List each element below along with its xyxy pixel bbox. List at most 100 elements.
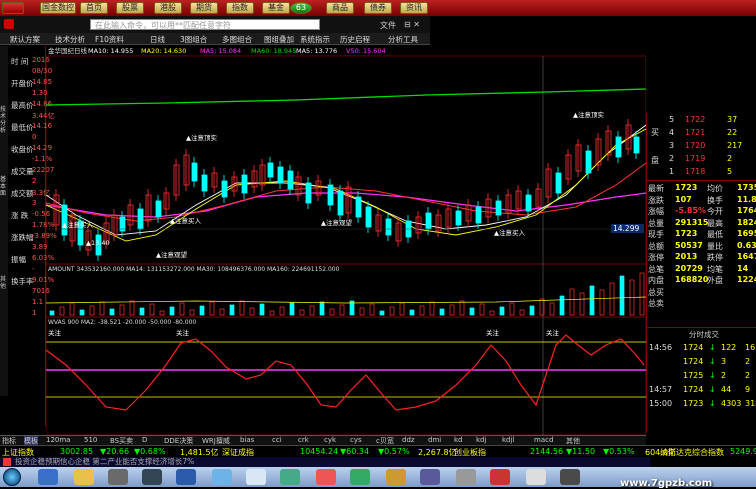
candle-body (535, 188, 542, 208)
menu-item-7[interactable]: 系统指示 (300, 34, 330, 45)
bid-price[interactable]: 1719 (685, 154, 705, 163)
index-value: 10454.24 (300, 447, 339, 456)
doc-icon[interactable] (246, 469, 266, 485)
indicator-tab[interactable]: ddz (402, 436, 415, 444)
file-menu[interactable]: 文件 (380, 20, 396, 31)
menu-item-8[interactable]: 历史启程 (340, 34, 370, 45)
kline-chart[interactable]: 金华国纪日线 MA10: 14.955 MA20: 14.630 MA5: 15.08… (46, 45, 646, 435)
vol-ma-line (46, 296, 646, 304)
indicator-tab[interactable]: crk (298, 436, 309, 444)
nav-item-0[interactable]: 国金数控 (40, 2, 76, 14)
nav-item-1[interactable]: 首页 (80, 2, 108, 14)
indicator-tab[interactable]: kd (454, 436, 463, 444)
excel-icon[interactable] (350, 469, 370, 485)
candle-body (425, 212, 432, 230)
quote-label: 涨停 (648, 253, 664, 262)
indicator-tab[interactable]: cyk (324, 436, 336, 444)
screenshot-icon[interactable] (560, 469, 580, 485)
indicator-tab[interactable]: dmi (428, 436, 441, 444)
menu-item-6[interactable]: 图组叠加 (264, 34, 294, 45)
candle-body (565, 154, 572, 180)
volume-bar (509, 302, 515, 316)
menu-item-1[interactable]: 技术分析 (55, 34, 85, 45)
indicator-tab[interactable]: D (142, 436, 147, 444)
ma-legend-ma10: MA10: 14.955 (88, 47, 133, 55)
chart-annotation: ▲注意观望 (156, 250, 187, 259)
bid-price[interactable]: 1721 (685, 128, 705, 137)
app-icon[interactable] (212, 469, 232, 485)
info-value: - (32, 265, 35, 273)
indicator-tab[interactable]: cys (350, 436, 362, 444)
film-icon[interactable] (142, 469, 162, 485)
tick-volume: 122 (721, 343, 737, 352)
news-text[interactable]: 投资企稳预期信心企稳 第二产业能否支撑经济增长7% (15, 457, 194, 466)
ie-icon[interactable] (38, 469, 58, 485)
word-icon[interactable] (176, 469, 196, 485)
badge[interactable]: 63 (290, 2, 312, 14)
menu-icon[interactable] (4, 19, 14, 29)
chart-annotation: ▲注意顶实 (573, 110, 604, 119)
menu-item-3[interactable]: 日线 (150, 34, 165, 45)
indicator-tab[interactable]: bias (240, 436, 254, 444)
tool-icon[interactable] (386, 469, 406, 485)
candle-body (259, 164, 266, 186)
tick-count: 318 (745, 399, 756, 408)
bid-price[interactable]: 1720 (685, 141, 705, 150)
menu-item-4[interactable]: 3图组合 (180, 34, 207, 45)
folder-icon[interactable] (74, 469, 94, 485)
start-button-icon[interactable] (3, 468, 21, 486)
stock-app-icon[interactable] (490, 469, 510, 485)
menu-item-9[interactable]: 分析工具 (388, 34, 418, 45)
index-change: ▼20.66 (100, 447, 130, 456)
menu-item-2[interactable]: F10资料 (95, 34, 124, 45)
nav-item-3[interactable]: 港股 (154, 2, 182, 14)
tab-technical[interactable]: 技术分析 (0, 106, 8, 134)
indicator-tab[interactable]: 120ma (46, 436, 70, 444)
indicator-tab[interactable]: 510 (84, 436, 97, 444)
volume-bar (269, 310, 275, 316)
indicator-tab[interactable]: kdjl (502, 436, 514, 444)
tick-volume: 3 (721, 357, 727, 366)
nav-item-7[interactable]: 商品 (326, 2, 354, 14)
nav-item-2[interactable]: 股票 (116, 2, 144, 14)
tick-count: 2 (745, 357, 751, 366)
quote-value: 1824 (737, 217, 756, 227)
calc-icon[interactable] (456, 469, 476, 485)
app-logo-icon[interactable] (2, 2, 24, 14)
volume-bar (249, 307, 255, 316)
nav-item-8[interactable]: 债券 (364, 2, 392, 14)
search-input[interactable]: 在此输入命令，可以用**匹配任意字符 (90, 19, 320, 30)
nav-item-4[interactable]: 期货 (190, 2, 218, 14)
menubar: 默认方案 技术分析 F10资料 日线 3图组合 多图组合 图组叠加 系统指示 历… (0, 33, 430, 45)
flash-icon[interactable] (316, 469, 336, 485)
media-icon[interactable] (108, 469, 128, 485)
notepad-icon[interactable] (526, 469, 546, 485)
volume-bar (179, 302, 185, 316)
nav-item-9[interactable]: 资讯 (400, 2, 428, 14)
info-label: 最低价 (11, 123, 34, 132)
bid-price[interactable]: 1722 (685, 115, 705, 124)
bid-price[interactable]: 1718 (685, 167, 705, 176)
window-controls-icon[interactable]: ⊟ ✕ (404, 20, 420, 29)
indicator-tab[interactable]: macd (534, 436, 553, 444)
ticks-header[interactable]: 分时成交 (689, 329, 719, 340)
candle-body (337, 190, 344, 216)
info-value: 0 (32, 133, 37, 141)
volume-bar (589, 285, 595, 316)
index-name[interactable]: 纳斯达克综合指数 (660, 447, 724, 458)
paint-icon[interactable] (420, 469, 440, 485)
quote-label: 最低 (707, 230, 723, 239)
tab-other[interactable]: 其他 (0, 276, 8, 290)
menu-item-5[interactable]: 多图组合 (222, 34, 252, 45)
indicator-tab[interactable]: cci (272, 436, 282, 444)
nav-item-6[interactable]: 基金 (262, 2, 290, 14)
tab-fundamental[interactable]: 基本面 (0, 176, 8, 197)
nav-item-5[interactable]: 指数 (226, 2, 254, 14)
volume-bar (49, 310, 55, 316)
quote-label: 总笔 (648, 264, 664, 274)
menu-item-0[interactable]: 默认方案 (10, 34, 40, 45)
window-icon[interactable] (280, 469, 300, 485)
quote-value: 50537 (675, 240, 703, 250)
info-value: 3 (32, 199, 37, 207)
indicator-tab[interactable]: kdj (476, 436, 486, 444)
